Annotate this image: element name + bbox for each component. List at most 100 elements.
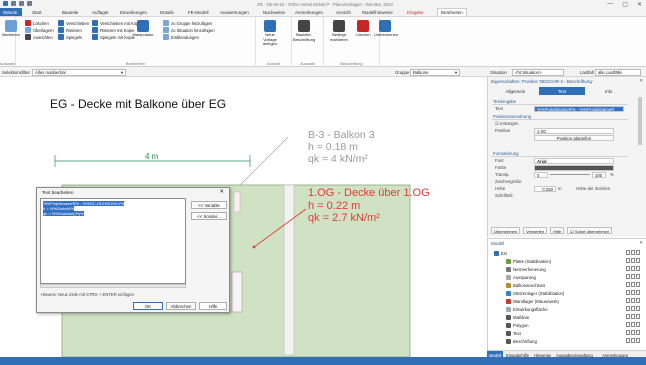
ok-button[interactable]: OK (133, 302, 163, 310)
label-1og[interactable]: 1.OG - Decke über 1.OG h = 0.22 m qk = 2… (308, 187, 430, 225)
visibility-checkbox[interactable] (631, 290, 635, 295)
visibility-toggles[interactable] (626, 250, 640, 255)
font-select[interactable]: Arial (534, 157, 614, 164)
ribbon-button[interactable]: Spiegeln (58, 34, 82, 40)
transp-slider[interactable] (550, 174, 590, 175)
redo-icon[interactable] (27, 1, 32, 6)
horizontal-scrollbar[interactable] (40, 284, 186, 288)
model-tree-item[interactable]: Aussparung (490, 273, 640, 281)
visibility-checkbox[interactable] (626, 306, 630, 311)
ribbon-tab[interactable]: Modellhinweise (362, 10, 393, 15)
model-tree-item[interactable]: Balkonanschluss (490, 281, 640, 289)
model-tree-item[interactable]: Polygon (490, 321, 640, 329)
ribbon-tab[interactable]: FE-Modell (188, 10, 209, 15)
ribbon-big-button[interactable]: Neue Vorlage anlegen (259, 20, 281, 47)
visibility-toggles[interactable] (626, 322, 640, 327)
properties-help-button[interactable]: Hilfe (550, 227, 565, 234)
position-field[interactable]: 1.0G (534, 127, 614, 134)
visibility-toggles[interactable] (626, 298, 640, 303)
visibility-checkbox[interactable] (626, 314, 630, 319)
group-select[interactable]: Balkone ▾ (410, 68, 460, 76)
ribbon-button[interactable]: Rotieren (58, 27, 82, 33)
help-button[interactable]: Hilfe (199, 302, 227, 310)
ribbon-tab[interactable]: Einwirkungen (120, 10, 147, 15)
label-balkon-3[interactable]: B-3 - Balkon 3 h = 0.18 m qk = 4 kN/m² (308, 129, 375, 165)
visibility-toggles[interactable] (626, 266, 640, 271)
visibility-checkbox[interactable] (626, 282, 630, 287)
cancel-button[interactable]: Abbrechen (166, 302, 196, 310)
transp-field[interactable]: 0 (534, 171, 548, 178)
model-tree-item[interactable]: Text (490, 329, 640, 337)
ribbon-big-button[interactable]: Umbenennen (374, 20, 398, 38)
visibility-checkbox[interactable] (636, 338, 640, 343)
ribbon-big-button[interactable]: Bedingt markieren (328, 20, 350, 42)
tab-allgemein[interactable]: Allgemein (492, 87, 539, 95)
drawing-title[interactable]: EG - Decke mit Balkone über EG (50, 97, 226, 111)
ribbon-button[interactable]: Verschieben (58, 20, 89, 26)
visibility-toggles[interactable] (626, 330, 640, 335)
ribbon-big-button[interactable]: Manipulator (132, 20, 154, 38)
variable-button[interactable]: << Variable (191, 201, 227, 209)
visibility-checkbox[interactable] (626, 338, 630, 343)
model-tree-item[interactable]: Einwirkungsfläche (490, 305, 640, 313)
tab-info[interactable]: Info (585, 87, 632, 95)
ribbon-button[interactable]: zu Gruppe hinzufügen (163, 20, 212, 26)
ribbon-button[interactable]: Überlagern (25, 27, 54, 33)
visibility-checkbox[interactable] (626, 290, 630, 295)
visibility-checkbox[interactable] (636, 290, 640, 295)
undo-icon[interactable] (19, 1, 24, 6)
minimize-button[interactable]: — (607, 1, 613, 8)
ribbon-button[interactable]: Spiegeln mit Kopie (92, 34, 135, 40)
visibility-checkbox[interactable] (636, 282, 640, 287)
visibility-checkbox[interactable] (636, 250, 640, 255)
visibility-checkbox[interactable] (631, 250, 635, 255)
ribbon-big-button[interactable]: Löschen (352, 20, 374, 38)
visibility-checkbox[interactable] (631, 266, 635, 271)
visibility-checkbox[interactable] (636, 274, 640, 279)
ribbon-tab[interactable]: Bearbeiten (437, 8, 467, 16)
visibility-checkbox[interactable] (636, 322, 640, 327)
visibility-checkbox[interactable] (631, 282, 635, 287)
model-close-icon[interactable]: ✕ (639, 240, 643, 246)
visibility-checkbox[interactable] (626, 250, 630, 255)
visibility-checkbox[interactable] (631, 258, 635, 263)
model-tree-item[interactable]: Stützenlager (Stabilisation) (490, 289, 640, 297)
visibility-toggles[interactable] (626, 306, 640, 311)
visibility-toggles[interactable] (626, 274, 640, 279)
visibility-toggles[interactable] (626, 338, 640, 343)
close-button[interactable]: ✕ (637, 1, 642, 8)
position-abgreifen-button[interactable]: Position abgreifen (534, 134, 614, 141)
ribbon-tab[interactable]: Auswertungen (220, 10, 249, 15)
model-tree-item[interactable]: Beschriftung (490, 337, 640, 345)
ribbon-tab[interactable]: Anmerkungen (295, 10, 323, 15)
visibility-toggles[interactable] (626, 290, 640, 295)
visibility-checkbox[interactable] (626, 266, 630, 271)
model-tree-item[interactable]: Netzverfeinerung (490, 265, 640, 273)
visibility-checkbox[interactable] (636, 266, 640, 271)
visibility-checkbox[interactable] (636, 298, 640, 303)
ribbon-big-button[interactable]: Bauteile-Beschriftung (293, 20, 315, 42)
ribbon-tab[interactable]: Start (32, 10, 42, 15)
visibility-toggles[interactable] (626, 282, 640, 287)
visibility-checkbox[interactable] (626, 330, 630, 335)
ribbon-tab[interactable]: Bauteile (62, 10, 78, 15)
visibility-checkbox[interactable] (631, 306, 635, 311)
hoehe-field[interactable]: 0.250 (534, 185, 556, 192)
visibility-toggles[interactable] (626, 314, 640, 319)
save-icon[interactable] (11, 1, 16, 6)
lastfall-select[interactable]: alle Lastfälle (595, 68, 641, 76)
visibility-checkbox[interactable] (626, 274, 630, 279)
color-picker[interactable] (534, 164, 614, 171)
visibility-checkbox[interactable] (631, 322, 635, 327)
ribbon-tab[interactable]: Ansicht (336, 10, 351, 15)
visibility-checkbox[interactable] (626, 298, 630, 303)
model-tree-item[interactable]: EG (490, 249, 640, 257)
uebernehmen-button[interactable]: Übernehmen (491, 227, 521, 234)
sonder-button[interactable]: << Sonder... (191, 212, 227, 220)
ribbon-tab[interactable]: Wände (0, 8, 22, 16)
ribbon-button[interactable]: Einblendungen (163, 34, 199, 40)
visibility-checkbox[interactable] (631, 298, 635, 303)
visibility-checkbox[interactable] (636, 314, 640, 319)
visibility-checkbox[interactable] (626, 258, 630, 263)
maximize-button[interactable]: ▢ (622, 1, 628, 8)
